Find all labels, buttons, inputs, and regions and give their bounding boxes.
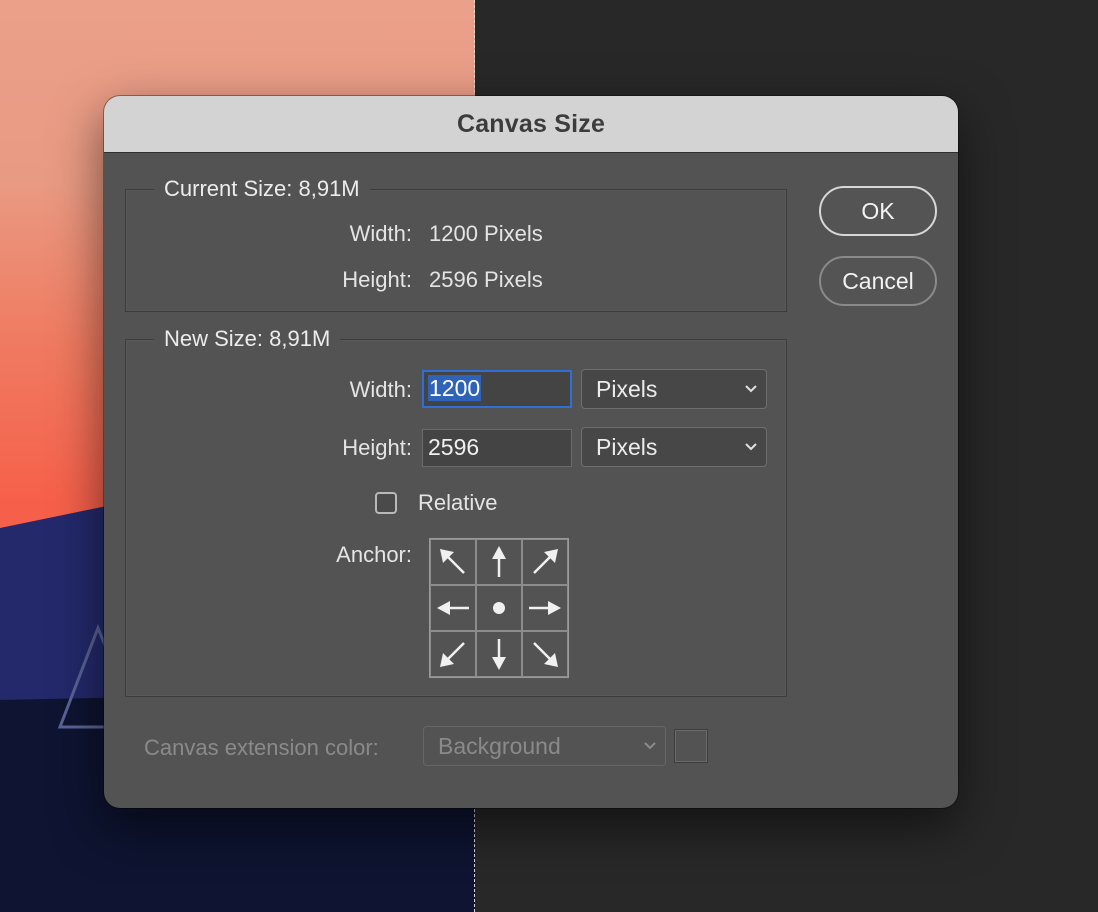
- height-input[interactable]: 2596: [422, 429, 572, 467]
- width-input[interactable]: 1200: [422, 370, 572, 408]
- anchor-top-left[interactable]: [430, 539, 476, 585]
- current-size-group: Current Size: 8,91M Width: 1200 Pixels H…: [125, 176, 787, 312]
- arrow-down-icon: [492, 639, 506, 670]
- anchor-top[interactable]: [476, 539, 522, 585]
- canvas-extension-color-select[interactable]: Background: [423, 726, 666, 766]
- anchor-center[interactable]: [476, 585, 522, 631]
- canvas-size-dialog: Canvas Size Current Size: 8,91M Width: 1…: [104, 96, 958, 808]
- anchor-bottom[interactable]: [476, 631, 522, 677]
- relative-checkbox[interactable]: [375, 492, 397, 514]
- current-width-value: 1200 Pixels: [429, 221, 543, 246]
- canvas-extension-color-value: Background: [438, 733, 561, 759]
- arrow-up-right-icon: [533, 549, 558, 574]
- new-height-label: Height:: [342, 435, 412, 460]
- chevron-down-icon: [744, 428, 758, 466]
- arrow-down-left-icon: [440, 642, 465, 667]
- current-height-label: Height:: [342, 267, 412, 292]
- chevron-down-icon: [744, 370, 758, 408]
- current-size-legend: Current Size: 8,91M: [154, 176, 370, 202]
- dialog-title: Canvas Size: [456, 109, 606, 138]
- width-input-selected-text: 1200: [428, 375, 482, 401]
- canvas-extension-color-swatch[interactable]: [674, 729, 708, 763]
- width-unit-select[interactable]: Pixels: [581, 369, 767, 409]
- anchor-grid: [429, 538, 569, 678]
- dialog-titlebar[interactable]: Canvas Size: [104, 96, 958, 153]
- cancel-button[interactable]: Cancel: [819, 256, 937, 306]
- relative-label[interactable]: Relative: [418, 490, 497, 516]
- height-unit-select[interactable]: Pixels: [581, 427, 767, 467]
- arrow-up-left-icon: [440, 549, 465, 574]
- current-height-value: 2596 Pixels: [429, 267, 543, 292]
- anchor-top-right[interactable]: [522, 539, 568, 585]
- arrow-right-icon: [529, 601, 561, 615]
- arrow-up-icon: [492, 546, 506, 577]
- anchor-left[interactable]: [430, 585, 476, 631]
- arrow-down-right-icon: [533, 642, 558, 667]
- chevron-down-icon: [643, 727, 657, 765]
- width-unit-value: Pixels: [596, 376, 658, 402]
- anchor-label: Anchor:: [336, 542, 412, 567]
- ok-button[interactable]: OK: [819, 186, 937, 236]
- arrow-left-icon: [437, 601, 469, 615]
- anchor-center-dot-icon: [493, 602, 505, 614]
- current-width-label: Width:: [349, 221, 412, 246]
- new-width-label: Width:: [349, 377, 412, 402]
- height-unit-value: Pixels: [596, 434, 658, 460]
- anchor-bottom-right[interactable]: [522, 631, 568, 677]
- app-workspace: Canvas Size Current Size: 8,91M Width: 1…: [0, 0, 1098, 912]
- height-input-text: 2596: [428, 434, 480, 460]
- anchor-bottom-left[interactable]: [430, 631, 476, 677]
- anchor-right[interactable]: [522, 585, 568, 631]
- new-size-legend: New Size: 8,91M: [154, 326, 341, 352]
- canvas-extension-color-label: Canvas extension color:: [144, 735, 379, 760]
